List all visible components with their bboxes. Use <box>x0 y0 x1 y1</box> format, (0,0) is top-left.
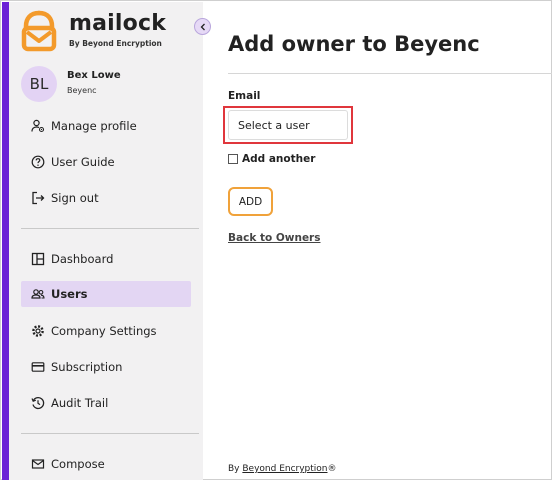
mailock-logo-icon <box>21 10 57 52</box>
sidebar-item-label: Company Settings <box>51 324 157 338</box>
sidebar-divider <box>21 433 199 434</box>
sidebar: mailock By Beyond Encryption BL Bex Lowe… <box>9 2 203 480</box>
page-title-org: Beyenc <box>394 32 480 56</box>
sidebar-item-manage-profile[interactable]: Manage profile <box>21 113 191 139</box>
sidebar-item-label: User Guide <box>51 155 115 169</box>
sidebar-item-users[interactable]: Users <box>21 281 191 307</box>
brand-tagline: By Beyond Encryption <box>69 39 162 48</box>
history-icon <box>31 396 45 410</box>
sidebar-item-label: Subscription <box>51 360 123 374</box>
sidebar-item-label: Sign out <box>51 191 99 205</box>
add-another-label: Add another <box>242 153 316 165</box>
user-name: Bex Lowe <box>67 70 121 81</box>
sign-out-icon <box>31 191 45 205</box>
chevron-left-icon <box>200 23 205 30</box>
sidebar-item-compose[interactable]: Compose <box>21 451 191 477</box>
mail-icon <box>31 457 45 471</box>
mailock-logo[interactable]: mailock By Beyond Encryption <box>21 10 181 54</box>
accent-bar <box>2 2 9 480</box>
sidebar-item-label: Users <box>51 287 88 301</box>
sidebar-item-subscription[interactable]: Subscription <box>21 354 191 380</box>
main-content: Add owner to Beyenc Email Select a user … <box>203 2 552 478</box>
back-to-owners-link[interactable]: Back to Owners <box>228 232 321 244</box>
sidebar-item-user-guide[interactable]: User Guide <box>21 149 191 175</box>
dashboard-icon <box>31 252 45 266</box>
add-button[interactable]: ADD <box>228 187 273 216</box>
sidebar-item-label: Manage profile <box>51 119 137 133</box>
page-title: Add owner to Beyenc <box>228 32 480 56</box>
avatar[interactable]: BL <box>21 66 57 102</box>
sidebar-item-sign-out[interactable]: Sign out <box>21 185 191 211</box>
card-icon <box>31 360 45 374</box>
footer-suffix: ® <box>327 464 337 474</box>
sidebar-item-label: Audit Trail <box>51 396 109 410</box>
title-divider <box>228 73 552 74</box>
page-title-prefix: Add owner to <box>228 32 395 56</box>
sidebar-item-audit-trail[interactable]: Audit Trail <box>21 390 191 416</box>
footer-link[interactable]: Beyond Encryption <box>242 464 327 474</box>
sidebar-divider <box>21 228 199 229</box>
sidebar-item-dashboard[interactable]: Dashboard <box>21 246 191 272</box>
add-another-option: Add another <box>228 153 315 165</box>
help-icon <box>31 155 45 169</box>
footer-prefix: By <box>228 464 243 474</box>
footer: By Beyond Encryption® <box>228 464 337 474</box>
user-select[interactable]: Select a user <box>228 110 348 140</box>
app-window: mailock By Beyond Encryption BL Bex Lowe… <box>0 0 552 480</box>
manage-profile-icon <box>31 119 45 133</box>
users-icon <box>31 287 45 301</box>
sidebar-item-company-settings[interactable]: Company Settings <box>21 318 191 344</box>
user-organization: Beyenc <box>67 86 97 95</box>
sidebar-item-label: Dashboard <box>51 252 114 266</box>
brand-name: mailock <box>69 11 167 36</box>
sidebar-item-label: Compose <box>51 457 105 471</box>
add-another-checkbox[interactable] <box>228 154 238 164</box>
gear-icon <box>31 324 45 338</box>
collapse-sidebar-button[interactable] <box>194 18 211 35</box>
email-label: Email <box>228 90 261 102</box>
